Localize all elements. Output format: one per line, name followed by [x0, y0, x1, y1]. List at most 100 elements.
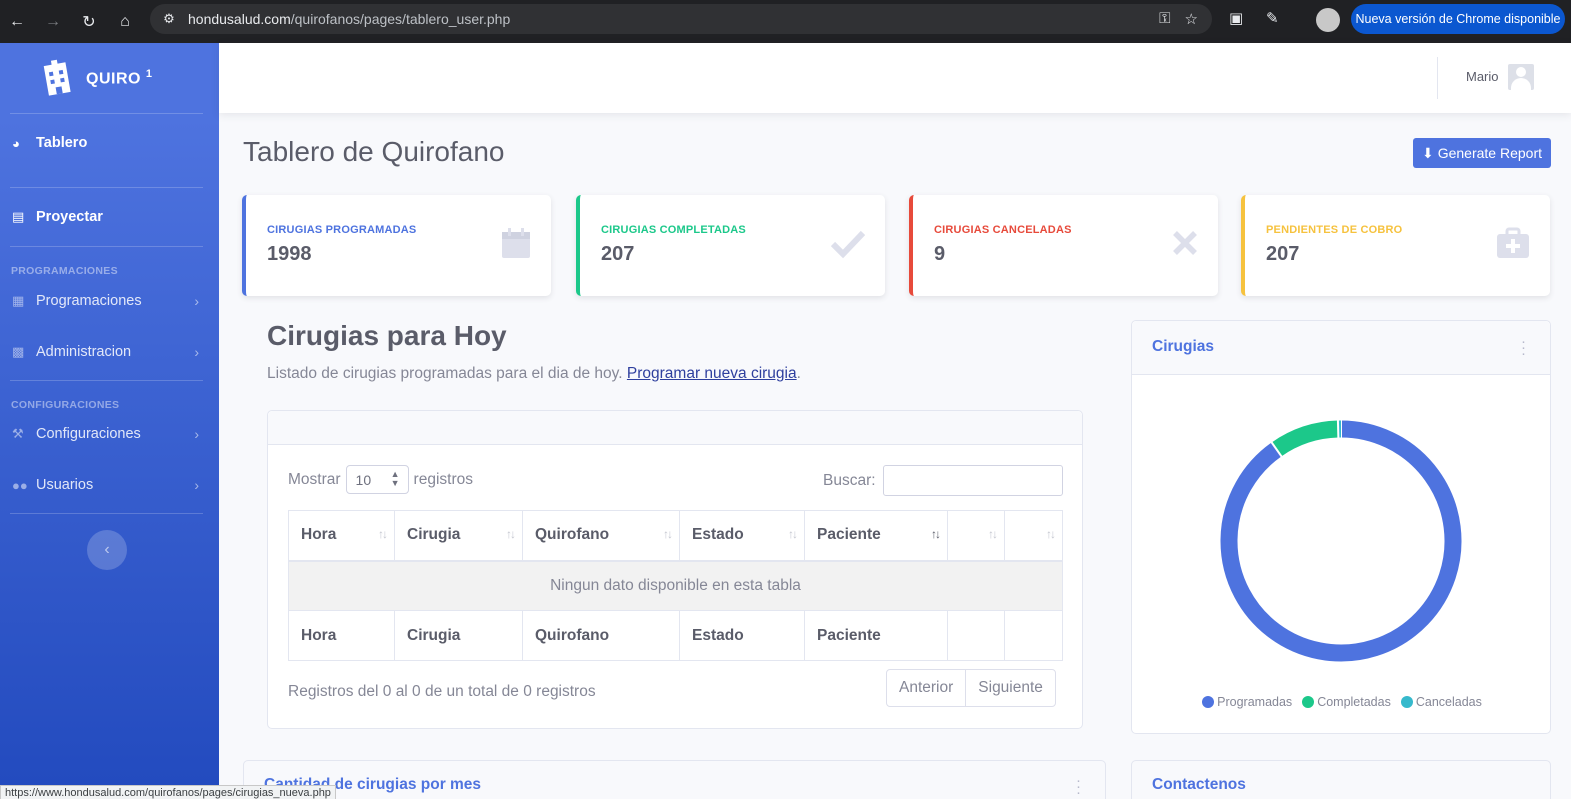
column-footer: Estado — [679, 610, 805, 661]
sidebar-brand[interactable]: QUIRO 1 — [0, 43, 219, 113]
datatable-length: Mostrar 10 ▲ ▼ registros — [288, 465, 473, 494]
sort-icon: ↑↓ — [663, 527, 673, 541]
sidebar-item-administracion[interactable]: ▩ Administracion › — [0, 324, 219, 380]
back-icon[interactable]: ← — [5, 10, 29, 34]
stat-card-programadas: CIRUGIAS PROGRAMADAS 1998 — [242, 195, 551, 296]
sort-icon: ↑↓ — [1046, 527, 1056, 541]
key-icon[interactable]: ⚿ — [1159, 10, 1170, 28]
sidebar-heading-programaciones: PROGRAMACIONES — [11, 265, 118, 277]
donut-slice-programadas[interactable] — [1220, 420, 1462, 662]
column-header[interactable]: Paciente ↑↓ — [804, 510, 948, 562]
sidebar-heading-configuraciones: CONFIGURACIONES — [11, 399, 120, 411]
chevron-right-icon: › — [194, 477, 199, 493]
column-header[interactable]: Hora ↑↓ — [288, 510, 395, 562]
sort-icon: ↑↓ — [988, 527, 998, 541]
surgeries-table: Hora ↑↓ Cirugia ↑↓ Quirofano ↑↓ Estado ↑↓ Pacien… — [288, 510, 1063, 661]
check-icon — [831, 230, 865, 259]
kebab-menu-icon[interactable]: · · · — [1521, 334, 1526, 361]
datatable-search: Buscar: — [823, 465, 1063, 496]
column-header[interactable]: ↑↓ — [1004, 510, 1063, 562]
sidebar-item-usuarios[interactable]: ●● Usuarios › — [0, 457, 219, 513]
pagination: Anterior Siguiente — [886, 669, 1056, 707]
monitor-icon: ▤ — [12, 209, 25, 224]
chevron-right-icon: › — [194, 344, 199, 360]
surgeries-table-card: Mostrar 10 ▲ ▼ registros Buscar: Hora ↑↓ Ci… — [267, 410, 1083, 729]
search-input[interactable] — [882, 465, 1063, 496]
site-info-icon[interactable]: ⚙ — [158, 11, 180, 27]
briefcase-icon: ▩ — [12, 344, 25, 359]
cast-icon[interactable]: ▣ — [1229, 9, 1243, 27]
next-page-button[interactable]: Siguiente — [965, 670, 1055, 706]
prev-page-button[interactable]: Anterior — [887, 670, 965, 706]
stat-card-completadas: CIRUGIAS COMPLETADAS 207 — [576, 195, 885, 296]
calendar-icon — [502, 228, 530, 258]
address-bar[interactable]: ⚙ hondusalud.com/quirofanos/pages/tabler… — [150, 4, 1212, 34]
stat-value: 1998 — [267, 243, 312, 265]
kebab-menu-icon[interactable]: · · · — [1076, 773, 1081, 799]
column-footer: Cirugia — [394, 610, 523, 661]
chart-legend: Programadas Completadas Canceladas — [1132, 695, 1552, 709]
new-surgery-link[interactable]: Programar nueva cirugia — [627, 365, 797, 382]
legend-item[interactable]: Programadas — [1202, 695, 1292, 709]
sidebar-item-proyectar[interactable]: ▤ Proyectar — [0, 188, 219, 246]
sidebar-toggle-button[interactable]: ‹ — [87, 530, 127, 570]
sort-icon: ↑↓ — [788, 527, 798, 541]
reload-icon[interactable]: ↻ — [77, 10, 101, 34]
sidebar-item-tablero[interactable]: ◕ Tablero — [0, 114, 219, 172]
column-footer: Hora — [288, 610, 395, 661]
generate-report-button[interactable]: ⬇ Generate Report — [1413, 138, 1551, 168]
stat-card-pendientes: PENDIENTES DE COBRO 207 — [1241, 195, 1550, 296]
chevron-right-icon: › — [194, 426, 199, 442]
column-header[interactable]: Cirugia ↑↓ — [394, 510, 523, 562]
legend-item[interactable]: Completadas — [1302, 695, 1391, 709]
section-title: Cirugias para Hoy — [267, 320, 507, 351]
monthly-chart-card: Cantidad de cirugias por mes · · · — [243, 760, 1106, 799]
chart-card-title: Cirugias — [1152, 338, 1215, 355]
dashboard-icon: ◕ — [12, 135, 20, 151]
user-avatar[interactable] — [1508, 64, 1534, 90]
stat-card-canceladas: CIRUGIAS CANCELADAS 9 — [909, 195, 1218, 296]
column-header[interactable]: Quirofano ↑↓ — [522, 510, 680, 562]
extensions-icon[interactable]: ✎ — [1266, 9, 1279, 27]
empty-row: Ningun dato disponible en esta tabla — [288, 560, 1063, 611]
user-name[interactable]: Mario — [1466, 69, 1499, 84]
browser-toolbar: ← → ↻ ⌂ ⚙ hondusalud.com/quirofanos/page… — [0, 0, 1571, 43]
legend-dot — [1302, 696, 1315, 708]
profile-avatar[interactable] — [1316, 8, 1340, 32]
sort-icon: ↑↓ — [378, 527, 388, 541]
legend-dot — [1400, 696, 1413, 708]
select-arrows-icon: ▲ ▼ — [390, 469, 400, 488]
surgeries-chart-card: Cirugias · · · Programadas Completadas Cance… — [1131, 320, 1551, 734]
sidebar: QUIRO 1 ◕ Tablero ▤ Proyectar PROGRAMACI… — [0, 43, 219, 799]
chevron-right-icon: › — [194, 292, 199, 309]
sidebar-item-programaciones[interactable]: ▦ Programaciones › — [0, 277, 219, 324]
contact-card: Contactenos — [1131, 760, 1551, 799]
legend-label: Canceladas — [1415, 695, 1482, 709]
stat-value: 207 — [1266, 243, 1300, 265]
brand-name: QUIRO 1 — [86, 67, 153, 88]
column-header[interactable]: Estado ↑↓ — [679, 510, 805, 562]
column-footer — [947, 610, 1005, 661]
column-footer: Quirofano — [522, 610, 680, 661]
home-icon[interactable]: ⌂ — [113, 10, 137, 34]
legend-item[interactable]: Canceladas — [1400, 695, 1482, 709]
stat-label: CIRUGIAS COMPLETADAS — [601, 224, 746, 236]
calendar-plus-icon: ▦ — [12, 292, 25, 308]
sidebar-item-configuraciones[interactable]: ⚒ Configuraciones › — [0, 411, 219, 457]
stat-label: CIRUGIAS PROGRAMADAS — [267, 224, 417, 236]
bookmark-star-icon[interactable]: ☆ — [1185, 10, 1198, 28]
column-header[interactable]: ↑↓ — [947, 510, 1005, 562]
stat-value: 9 — [934, 243, 946, 265]
contact-card-title: Contactenos — [1152, 776, 1246, 793]
stat-label: PENDIENTES DE COBRO — [1266, 224, 1403, 236]
wrench-icon: ⚒ — [12, 426, 24, 441]
page-size-select[interactable]: 10 ▲ ▼ — [345, 465, 409, 494]
times-icon — [1173, 231, 1197, 255]
legend-label: Programadas — [1217, 695, 1293, 709]
forward-icon[interactable]: → — [41, 10, 65, 34]
sort-icon: ↑↓ — [931, 527, 941, 541]
donut-slice-completadas[interactable] — [1271, 420, 1339, 457]
chrome-update-button[interactable]: Nueva versión de Chrome disponible — [1351, 4, 1565, 34]
legend-label: Completadas — [1317, 695, 1391, 709]
sort-icon: ↑↓ — [506, 527, 516, 541]
